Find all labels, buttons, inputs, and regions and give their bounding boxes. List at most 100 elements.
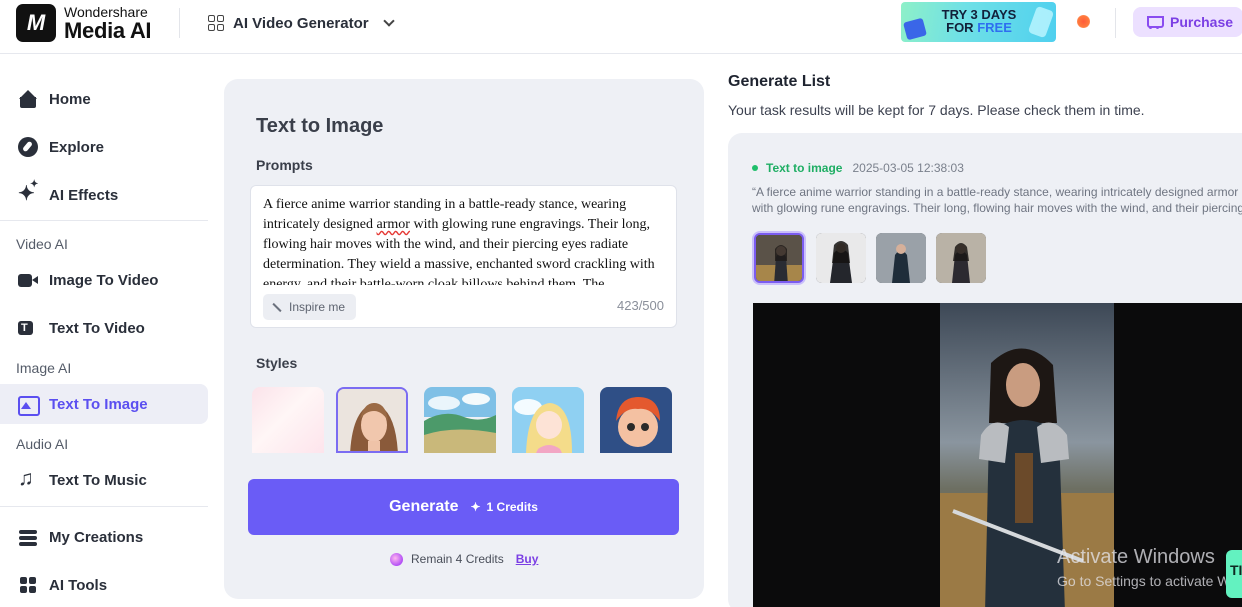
promo-line-2: FOR FREE [929, 21, 1029, 34]
generator-panel: Text to Image Prompts A fierce anime war… [224, 79, 704, 599]
sidebar-item-my-creations[interactable]: My Creations [0, 517, 208, 557]
result-prompt: “A fierce anime warrior standing in a ba… [752, 184, 1242, 216]
remaining-credits-label: Remain 4 Credits [411, 552, 504, 566]
status-dot-icon [752, 165, 758, 171]
brand-line-1: Wondershare [64, 4, 148, 20]
credit-coin-icon [390, 552, 403, 566]
generate-label: Generate [389, 498, 459, 515]
sidebar-divider [0, 506, 208, 507]
sidebar: Home Explore AI Effects Video AI Image T… [0, 55, 215, 607]
remaining-credits: Remain 4 Credits Buy [390, 552, 538, 566]
os-activation-watermark: Activate Windows Go to Settings to activ… [1057, 546, 1242, 589]
prompt-text[interactable]: A fierce anime warrior standing in a bat… [263, 195, 665, 285]
section-label-audio-ai: Audio AI [16, 436, 69, 452]
brand-line-2: Media AI [64, 18, 152, 43]
sidebar-item-ai-tools[interactable]: AI Tools [0, 565, 208, 605]
promo-decoration-icon [903, 17, 927, 41]
sidebar-item-home[interactable]: Home [0, 79, 208, 119]
generate-list-title: Generate List [728, 73, 831, 90]
result-type: Text to image [766, 161, 843, 175]
free-trial-banner[interactable]: TRY 3 DAYS FOR FREE [901, 2, 1056, 42]
home-icon [18, 89, 38, 109]
style-option-realistic[interactable] [336, 387, 408, 453]
header-divider [179, 8, 180, 38]
sidebar-item-label: Text To Image [49, 395, 148, 413]
style-preview-3d [600, 387, 672, 453]
promo-line-2-prefix: FOR [946, 20, 978, 35]
layers-icon [18, 527, 38, 547]
sidebar-item-image-to-video[interactable]: Image To Video [0, 260, 208, 300]
result-meta: Text to image 2025-03-05 12:38:03 [752, 161, 964, 175]
style-option-landscape[interactable] [424, 387, 496, 453]
top-header: M Wondershare Media AI AI Video Generato… [0, 0, 1242, 54]
sidebar-item-label: Explore [49, 138, 105, 156]
tools-icon [18, 575, 38, 595]
thumbnail-image [756, 235, 802, 281]
section-label-video-ai: Video AI [16, 236, 68, 252]
sidebar-item-text-to-video[interactable]: Text To Video [0, 308, 208, 348]
result-card: Text to image 2025-03-05 12:38:03 “A fie… [728, 133, 1242, 607]
purchase-label: Purchase [1170, 14, 1234, 30]
result-thumbnail[interactable] [816, 233, 866, 283]
promo-decoration-icon [1027, 5, 1055, 39]
sidebar-divider [0, 220, 208, 221]
prompt-textarea[interactable]: A fierce anime warrior standing in a bat… [250, 185, 677, 328]
header-divider [1115, 8, 1116, 38]
result-thumbnail[interactable] [876, 233, 926, 283]
edge-promo-badge[interactable]: TI [1226, 550, 1242, 598]
style-option-none[interactable] [252, 387, 324, 453]
result-thumbnail[interactable] [936, 233, 986, 283]
generate-cost: ✦ 1 Credits [470, 500, 537, 514]
thumbnail-image [816, 233, 866, 283]
product-switcher[interactable]: AI Video Generator [208, 12, 395, 34]
style-option-3d[interactable] [600, 387, 672, 453]
watermark-line-2: Go to Settings to activate Windows. [1057, 573, 1242, 589]
thumbnail-image [936, 233, 986, 283]
result-prompt-line: “A fierce anime warrior standing in a ba… [752, 185, 1239, 199]
sidebar-item-label: Image To Video [49, 271, 159, 289]
cart-icon [1145, 15, 1164, 29]
purchase-button[interactable]: Purchase [1133, 7, 1242, 37]
product-switcher-label: AI Video Generator [233, 14, 369, 32]
generate-list-subtitle: Your task results will be kept for 7 day… [728, 102, 1145, 118]
inspire-me-button[interactable]: Inspire me [263, 294, 357, 320]
prompts-label: Prompts [256, 157, 313, 173]
image-video-icon [18, 270, 38, 290]
buy-credits-link[interactable]: Buy [516, 552, 539, 566]
generate-button[interactable]: Generate ✦ 1 Credits [248, 479, 679, 535]
style-preview-anime [512, 387, 584, 453]
section-label-image-ai: Image AI [16, 360, 72, 376]
sidebar-item-explore[interactable]: Explore [0, 127, 208, 167]
sidebar-item-label: Home [49, 90, 91, 108]
styles-label: Styles [256, 355, 298, 371]
sidebar-item-text-to-image[interactable]: Text To Image [0, 384, 208, 424]
chevron-down-icon [382, 15, 395, 27]
sidebar-item-label: Text To Video [49, 319, 145, 337]
result-thumbnail[interactable] [754, 233, 804, 283]
sidebar-item-label: Text To Music [49, 471, 147, 489]
generate-cost-label: 1 Credits [486, 500, 538, 514]
text-image-icon [18, 394, 40, 416]
notification-dot-icon[interactable] [1077, 15, 1090, 28]
page-title: Text to Image [256, 115, 384, 137]
sidebar-item-label: AI Tools [49, 576, 108, 594]
style-option-anime[interactable] [512, 387, 584, 453]
character-counter: 423/500 [617, 298, 664, 313]
result-timestamp: 2025-03-05 12:38:03 [852, 161, 964, 175]
style-preview-landscape [424, 387, 496, 453]
style-picker [252, 387, 678, 453]
sidebar-item-ai-effects[interactable]: AI Effects [0, 175, 208, 215]
promo-text: TRY 3 DAYS FOR FREE [929, 8, 1029, 34]
magic-wand-icon [273, 302, 283, 312]
music-icon [18, 467, 38, 491]
sparkle-icon [18, 179, 38, 205]
thumbnail-image [876, 233, 926, 283]
sidebar-item-text-to-music[interactable]: Text To Music [0, 460, 208, 500]
brand-logo-icon[interactable]: M [16, 4, 56, 42]
spellcheck-word: armor [376, 217, 410, 232]
sidebar-item-label: My Creations [49, 528, 144, 546]
brand-name[interactable]: Wondershare Media AI [64, 4, 152, 43]
style-preview-portrait [338, 389, 406, 451]
apps-grid-icon [208, 14, 225, 32]
result-prompt-line: with glowing rune engravings. Their long… [752, 201, 1242, 215]
